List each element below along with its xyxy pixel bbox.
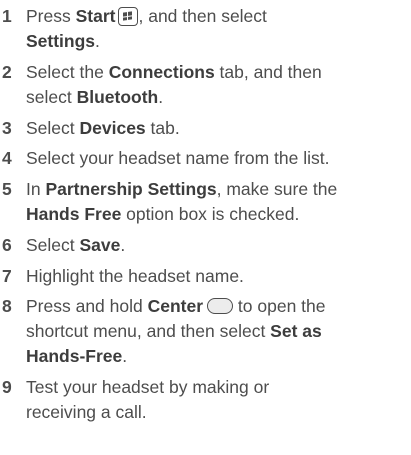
step-text: Select your headset name from the list. bbox=[26, 148, 330, 168]
instruction-steps: 1 Press Start, and then select Settings.… bbox=[0, 0, 411, 455]
step-number: 1 bbox=[2, 6, 12, 26]
step-text: Highlight the headset name. bbox=[26, 266, 244, 286]
step-number: 3 bbox=[2, 118, 12, 138]
step-number: 6 bbox=[2, 235, 12, 255]
step-number: 5 bbox=[2, 179, 12, 199]
step-text: In Partnership Settings, make sure the H… bbox=[26, 179, 338, 224]
step-text: Select Devices tab. bbox=[26, 118, 180, 138]
step-text: Press and hold Center to open the shortc… bbox=[26, 296, 326, 366]
step-number: 9 bbox=[2, 377, 12, 397]
step-text: Select the Connections tab, and then sel… bbox=[26, 62, 322, 107]
center-button-icon bbox=[207, 298, 234, 314]
step-text: Test your headset by making or receiving… bbox=[26, 377, 270, 422]
step-text: Press Start, and then select Settings. bbox=[26, 6, 267, 51]
step-text: Select Save. bbox=[26, 235, 126, 255]
step-number: 7 bbox=[2, 266, 12, 286]
step-number: 2 bbox=[2, 62, 12, 82]
step-number: 4 bbox=[2, 148, 12, 168]
step-number: 8 bbox=[2, 296, 12, 316]
windows-start-key-icon bbox=[118, 7, 139, 26]
